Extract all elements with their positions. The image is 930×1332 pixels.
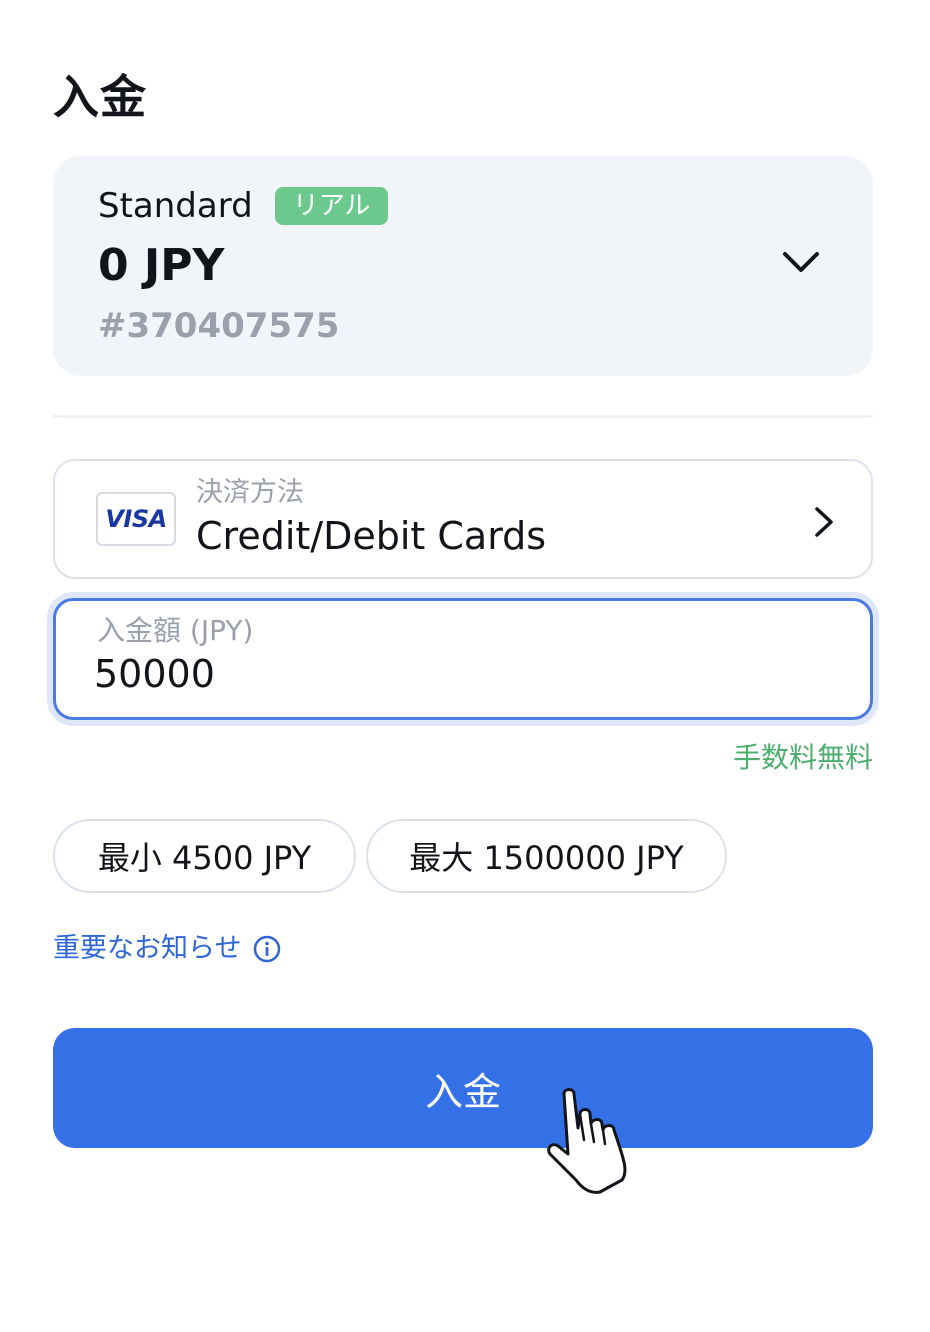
visa-logo: VISA <box>96 492 176 546</box>
payment-method-label: 決済方法 <box>196 477 304 508</box>
deposit-button[interactable]: 入金 <box>53 1028 873 1148</box>
account-real-badge: リアル <box>274 187 389 225</box>
hand-pointer-cursor-icon <box>547 1088 627 1194</box>
account-type: Standard <box>98 186 253 226</box>
deposit-amount-field[interactable]: 入金額 (JPY) <box>53 598 873 720</box>
max-amount-chip[interactable]: 最大 1500000 JPY <box>366 819 727 893</box>
important-notice-label: 重要なお知らせ <box>53 933 242 964</box>
important-notice-link[interactable]: 重要なお知らせ <box>53 931 281 967</box>
deposit-amount-input[interactable] <box>94 649 794 699</box>
chevron-right-icon[interactable] <box>813 505 835 539</box>
payment-method-value: Credit/Debit Cards <box>196 514 547 558</box>
visa-logo-text: VISA <box>105 505 167 533</box>
payment-method-selector[interactable]: VISA 決済方法 Credit/Debit Cards <box>53 459 873 579</box>
deposit-amount-label: 入金額 (JPY) <box>97 614 254 647</box>
page-title: 入金 <box>53 69 147 124</box>
account-selector[interactable]: Standard リアル 0 JPY #370407575 <box>53 156 873 376</box>
account-number: #370407575 <box>98 306 340 346</box>
account-type-row: Standard リアル <box>98 186 389 226</box>
fee-free-note: 手数料無料 <box>732 741 873 774</box>
info-icon[interactable] <box>253 935 281 963</box>
min-amount-chip[interactable]: 最小 4500 JPY <box>53 819 356 893</box>
section-divider <box>53 415 873 418</box>
chevron-down-icon[interactable] <box>781 248 821 276</box>
account-balance: 0 JPY <box>98 240 225 291</box>
